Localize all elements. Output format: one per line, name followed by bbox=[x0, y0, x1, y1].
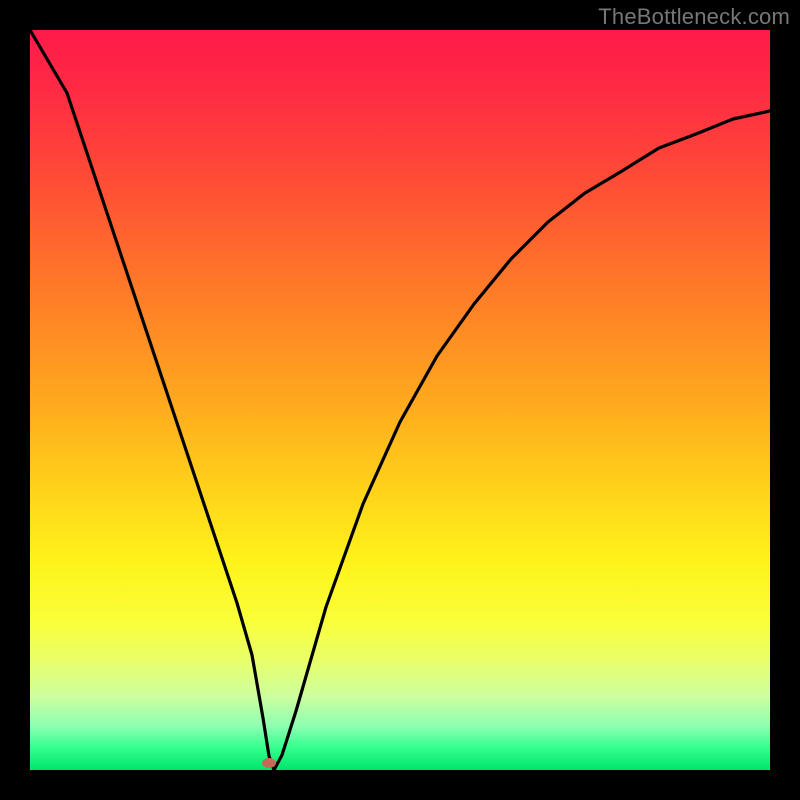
curve-path bbox=[30, 30, 770, 770]
plot-area bbox=[30, 30, 770, 770]
watermark-text: TheBottleneck.com bbox=[598, 4, 790, 30]
minimum-marker bbox=[262, 758, 276, 768]
bottleneck-curve bbox=[30, 30, 770, 770]
